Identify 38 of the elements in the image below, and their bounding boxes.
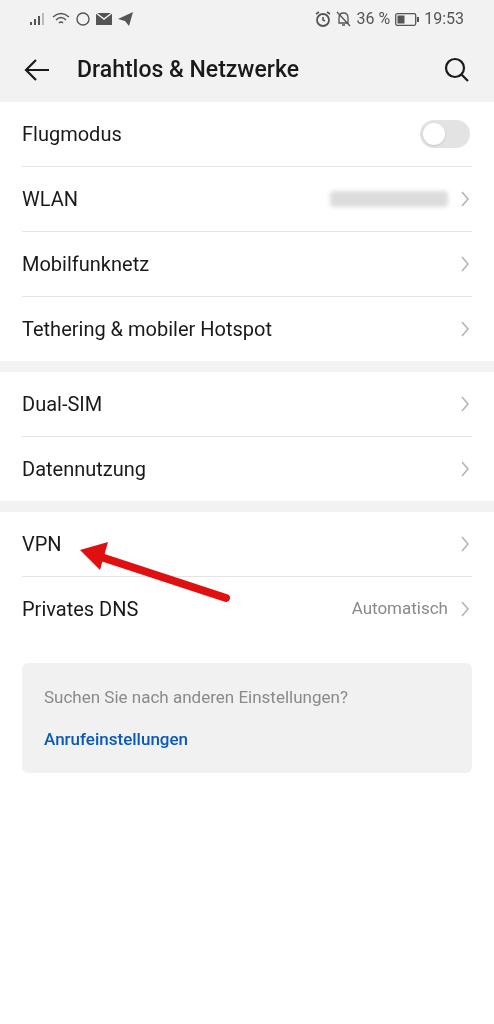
- mail-icon: [96, 13, 112, 25]
- row-label: VPN: [22, 531, 62, 558]
- row-label: Mobilfunknetz: [22, 251, 150, 278]
- signal-icon: [30, 13, 46, 25]
- chevron-icon: [460, 255, 470, 273]
- page-title: Drahtlos & Netzwerke: [77, 54, 300, 85]
- row-label: Tethering & mobiler Hotspot: [22, 316, 272, 343]
- settings-row[interactable]: WLAN: [0, 167, 494, 231]
- settings-row[interactable]: VPN: [0, 512, 494, 576]
- chevron-icon: [460, 395, 470, 413]
- chevron-icon: [460, 190, 470, 208]
- settings-row[interactable]: Tethering & mobiler Hotspot: [0, 297, 494, 361]
- battery-percent: 36 %: [356, 8, 391, 30]
- row-label: Privates DNS: [22, 596, 139, 623]
- settings-row[interactable]: Dual-SIM: [0, 372, 494, 436]
- clock: 19:53: [424, 8, 464, 30]
- row-label: Dual-SIM: [22, 391, 103, 418]
- call-settings-link[interactable]: Anrufeinstellungen: [44, 726, 450, 752]
- toggle-switch[interactable]: [420, 120, 470, 148]
- wifi-icon: [52, 12, 70, 26]
- row-label: Datennutzung: [22, 456, 147, 483]
- battery-icon: [395, 12, 420, 26]
- row-label: WLAN: [22, 186, 78, 213]
- settings-row[interactable]: Mobilfunknetz: [0, 232, 494, 296]
- bell-off-icon: [336, 11, 352, 27]
- alarm-icon: [315, 11, 332, 27]
- send-icon: [118, 12, 133, 26]
- suggestion-text: Suchen Sie nach anderen Einstellungen?: [44, 686, 349, 709]
- settings-row[interactable]: Datennutzung: [0, 437, 494, 501]
- settings-row[interactable]: Privates DNS Automatisch: [0, 577, 494, 641]
- chevron-icon: [460, 460, 470, 478]
- chevron-icon: [460, 320, 470, 338]
- chevron-icon: [460, 600, 470, 618]
- circle-icon: [76, 12, 90, 26]
- row-value: Automatisch: [351, 597, 448, 621]
- chevron-icon: [460, 535, 470, 553]
- settings-row[interactable]: Flugmodus: [0, 102, 494, 166]
- row-label: Flugmodus: [22, 121, 122, 148]
